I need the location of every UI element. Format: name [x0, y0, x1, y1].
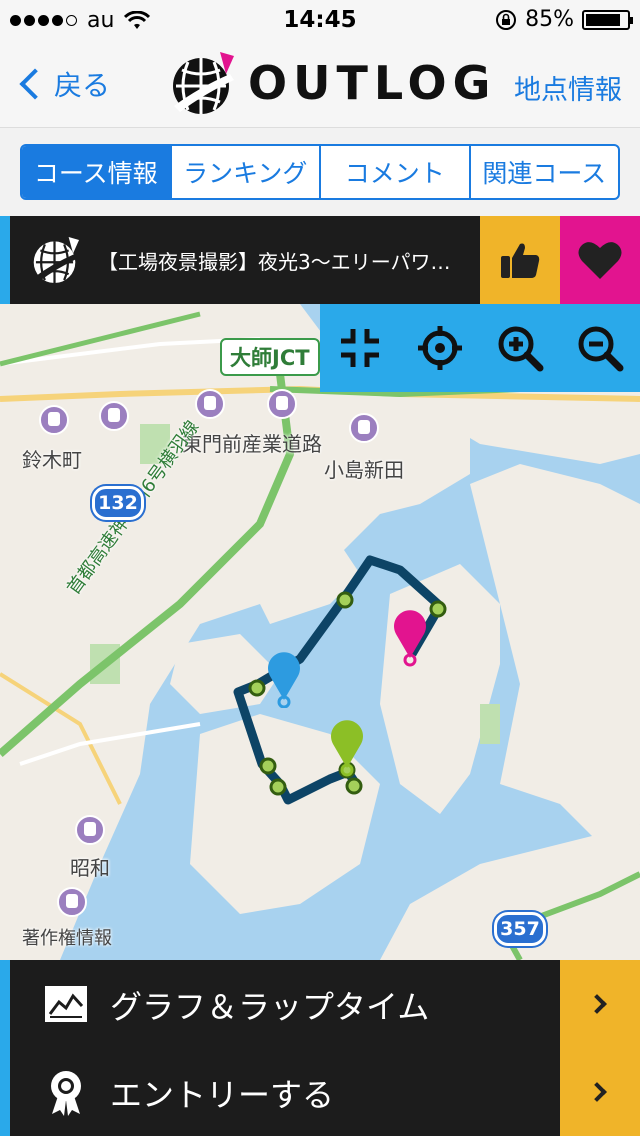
- zoom-in-icon: [498, 326, 544, 372]
- graph-lap-time-row[interactable]: グラフ＆ラップタイム: [10, 960, 640, 1048]
- heart-icon: [578, 242, 622, 279]
- like-button[interactable]: [480, 216, 560, 304]
- course-avatar: [30, 234, 82, 290]
- route-shield-357: 357: [494, 912, 546, 946]
- graph-lap-time-label: グラフ＆ラップタイム: [110, 988, 430, 1026]
- zoom-out-icon: [578, 326, 624, 372]
- status-bar: au 14:45 85%: [0, 0, 640, 40]
- tab-course-info[interactable]: コース情報: [22, 146, 172, 198]
- tab-ranking[interactable]: ランキング: [172, 146, 321, 198]
- collapse-icon: [341, 329, 379, 367]
- map-label: 小島新田: [324, 458, 404, 482]
- zoom-in-button[interactable]: [490, 318, 550, 378]
- app-root: au 14:45 85% 戻る OUTLOG 地点情報 コース情報 ランキング …: [0, 0, 640, 1136]
- map-label: 東門前産業道路: [182, 432, 322, 456]
- entry-row[interactable]: エントリーする: [10, 1048, 640, 1136]
- entry-label: エントリーする: [110, 1076, 335, 1114]
- bottom-menu: グラフ＆ラップタイム エントリーする: [0, 960, 640, 1136]
- back-button[interactable]: 戻る: [14, 64, 110, 104]
- map-view[interactable]: 鈴木町 東門前産業道路 小島新田 昭和 著作権情報 首都高速神奈川6号横羽線 1…: [0, 304, 640, 960]
- course-header: 【工場夜景撮影】夜光3〜エリーパワー前〜千...: [0, 216, 640, 304]
- favorite-button[interactable]: [560, 216, 640, 304]
- navigation-bar: 戻る OUTLOG 地点情報: [0, 40, 640, 128]
- tab-segment: コース情報 ランキング コメント 関連コース: [20, 144, 620, 200]
- map-toolbar: [320, 304, 640, 392]
- route-shield-132: 132: [92, 486, 144, 520]
- crosshair-icon: [418, 326, 462, 370]
- zoom-out-button[interactable]: [570, 318, 630, 378]
- status-right: 85%: [495, 7, 633, 32]
- map-label: 鈴木町: [22, 448, 82, 472]
- location-info-button[interactable]: 地点情報: [514, 68, 622, 107]
- globe-avatar-icon: [33, 236, 80, 284]
- accent-stripe: [0, 216, 10, 304]
- thumbs-up-icon: [501, 243, 540, 278]
- back-chevron-icon: [19, 68, 51, 100]
- chevron-right-icon: [560, 960, 640, 1048]
- map-label: 昭和: [70, 856, 110, 880]
- globe-logo-icon: [173, 52, 234, 114]
- current-location-pin[interactable]: [264, 650, 304, 708]
- fit-route-button[interactable]: [330, 318, 390, 378]
- start-pin[interactable]: [327, 718, 367, 780]
- map-attribution-link[interactable]: 著作権情報: [22, 924, 112, 950]
- jct-label: 大師JCT: [220, 338, 320, 376]
- accent-stripe: [0, 960, 10, 1136]
- goal-pin[interactable]: [390, 608, 430, 668]
- battery-icon: [582, 9, 633, 30]
- badge-icon: [42, 1068, 90, 1116]
- graph-icon: [42, 980, 90, 1028]
- rotation-lock-icon: [496, 9, 517, 30]
- battery-percent: 85%: [525, 7, 574, 32]
- current-location-button[interactable]: [410, 318, 470, 378]
- course-title: 【工場夜景撮影】夜光3〜エリーパワー前〜千...: [98, 250, 468, 274]
- app-logo: OUTLOG: [168, 48, 496, 118]
- logo-text: OUTLOG: [248, 56, 497, 110]
- chevron-right-icon: [560, 1048, 640, 1136]
- back-label: 戻る: [54, 69, 111, 102]
- tab-related-courses[interactable]: 関連コース: [471, 146, 619, 198]
- tab-comments[interactable]: コメント: [321, 146, 471, 198]
